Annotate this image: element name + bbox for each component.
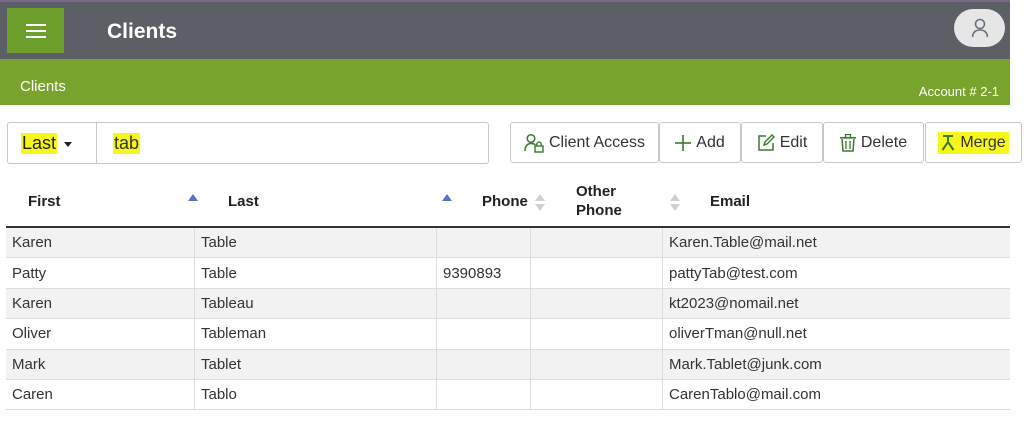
cell-other-phone [531,288,663,319]
cell-phone [437,288,531,319]
cell-phone [437,319,531,349]
search-field-dropdown[interactable]: Last [8,123,97,163]
cell-email: Mark.Tablet@junk.com [669,355,822,373]
table-row[interactable]: Mark Tablet Mark.Tablet@junk.com [6,349,1010,380]
column-header-other-phone-line1: Other [576,183,617,200]
cell-first: Karen [6,288,195,319]
sort-asc-icon[interactable] [442,194,452,201]
merge-highlight: Merge [938,131,1009,154]
sort-icon[interactable] [535,194,545,212]
caret-down-icon [64,141,73,147]
cell-email: CarenTablo@mail.com [669,386,821,404]
cell-email: pattyTab@test.com [669,264,798,282]
sort-asc-icon[interactable] [188,194,198,201]
cell-other-phone [531,258,663,288]
cell-phone: 9390893 [437,258,531,288]
table-row[interactable]: Oliver Tableman oliverTman@null.net [6,319,1010,350]
sort-icon[interactable] [670,194,680,212]
cell-email: Karen.Table@mail.net [669,234,817,252]
add-button[interactable]: Add [659,122,741,163]
cell-other-phone [531,319,663,349]
clients-table: First Last Phone Other Phone Email Karen… [6,176,1010,411]
cell-phone [437,379,531,410]
table-body: Karen Table Karen.Table@mail.net Patty T… [6,228,1010,411]
cell-first: Mark [6,349,195,379]
cell-last: Tableau [195,288,437,319]
merge-button[interactable]: Merge [925,122,1022,163]
search-bar: Last tab [7,122,489,164]
cell-last: Table [195,228,437,258]
cell-email: oliverTman@null.net [669,325,807,343]
cell-phone [437,228,531,258]
table-row[interactable]: Karen Tableau kt2023@nomail.net [6,288,1010,320]
delete-label: Delete [860,133,908,151]
column-header-phone[interactable]: Phone [482,176,528,226]
add-label: Add [696,133,725,151]
cell-other-phone [531,379,663,410]
page-title: Clients [107,20,178,43]
client-access-icon [524,133,544,153]
cell-first: Karen [6,228,195,258]
user-icon [971,18,988,38]
column-header-other-phone-line2: Phone [576,202,622,219]
trash-icon [839,133,856,152]
cell-other-phone [531,349,663,379]
cell-last: Tablo [195,379,437,410]
plus-icon [675,134,692,151]
menu-button[interactable] [7,8,64,53]
breadcrumb[interactable]: Clients [20,78,66,95]
search-field-label: Last [21,132,58,154]
cell-first: Oliver [6,319,195,349]
column-header-first[interactable]: First [28,176,61,226]
edit-label: Edit [779,133,808,151]
cell-last: Table [195,258,437,288]
delete-button[interactable]: Delete [823,122,924,163]
cell-other-phone [531,228,663,258]
hamburger-menu-icon [25,23,46,38]
table-header: First Last Phone Other Phone Email [6,176,1010,228]
search-query-text: tab [113,132,141,154]
search-input[interactable]: tab [97,123,488,163]
cell-phone [437,349,531,379]
cell-first: Caren [6,379,195,410]
top-bar: Clients [0,0,1010,59]
merge-icon [941,134,955,151]
table-row[interactable]: Karen Table Karen.Table@mail.net [6,228,1010,259]
user-avatar-button[interactable] [954,9,1005,47]
client-access-button[interactable]: Client Access [510,122,659,163]
cell-email: kt2023@nomail.net [669,294,799,312]
table-row[interactable]: Patty Table 9390893 pattyTab@test.com [6,258,1010,289]
cell-last: Tableman [195,319,437,349]
column-header-email[interactable]: Email [710,176,750,226]
cell-last: Tablet [195,349,437,379]
merge-label: Merge [960,133,1006,151]
column-header-other-phone[interactable]: Other Phone [576,176,622,226]
account-number: Account # 2-1 [918,84,999,99]
column-header-last[interactable]: Last [228,176,259,226]
table-row[interactable]: Caren Tablo CarenTablo@mail.com [6,379,1010,411]
edit-button[interactable]: Edit [741,122,823,163]
cell-first: Patty [6,258,195,288]
client-access-label: Client Access [548,133,646,151]
edit-icon [757,133,775,151]
sub-header: Clients Account # 2-1 [0,59,1010,105]
